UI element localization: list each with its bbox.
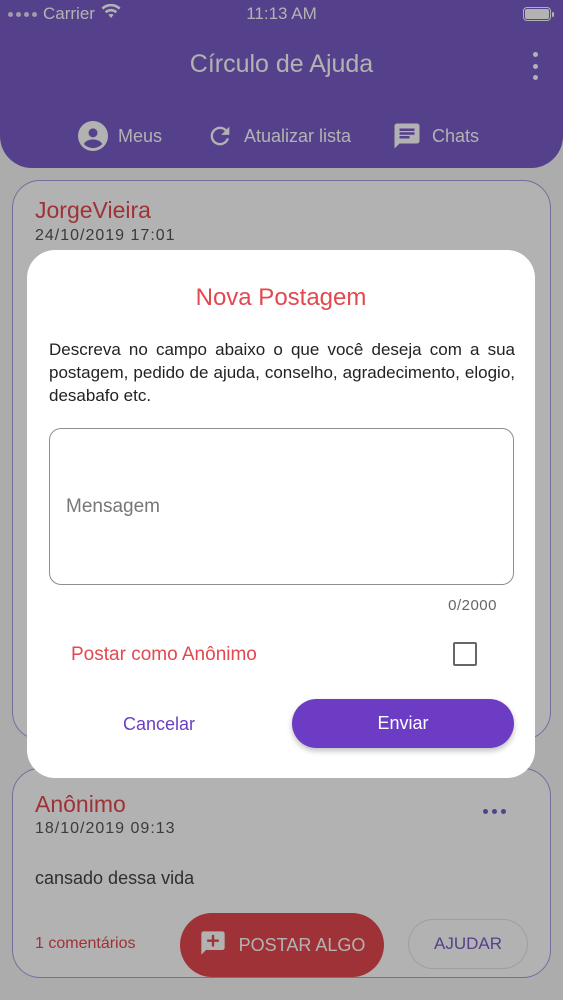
message-input[interactable] bbox=[49, 428, 514, 585]
anonymous-label[interactable]: Postar como Anônimo bbox=[71, 644, 257, 666]
dialog-description: Descreva no campo abaixo o que você dese… bbox=[49, 340, 515, 405]
character-counter: 0/2000 bbox=[448, 597, 497, 614]
new-post-dialog: Nova Postagem Descreva no campo abaixo o… bbox=[27, 250, 535, 778]
dialog-title: Nova Postagem bbox=[195, 284, 367, 311]
send-button[interactable]: Enviar bbox=[292, 699, 514, 748]
anonymous-checkbox[interactable] bbox=[453, 642, 477, 666]
cancel-button[interactable]: Cancelar bbox=[97, 700, 221, 748]
